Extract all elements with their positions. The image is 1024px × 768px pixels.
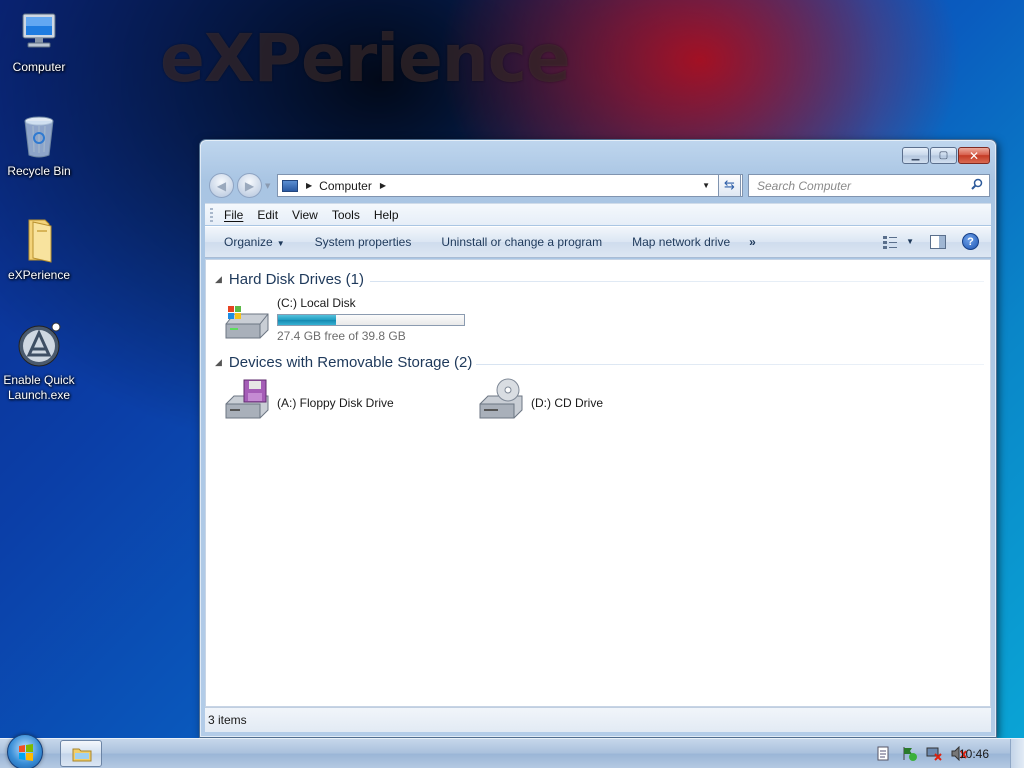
organize-button[interactable]: Organize ▼ xyxy=(224,235,285,249)
close-icon: ✕ xyxy=(968,148,980,163)
preview-pane-icon[interactable] xyxy=(930,234,946,249)
menu-view[interactable]: View xyxy=(292,208,318,222)
collapse-triangle-icon[interactable]: ◢ xyxy=(215,274,222,285)
recent-pages-dropdown[interactable]: ▼ xyxy=(265,182,270,190)
breadcrumb-arrow-icon[interactable]: ▶ xyxy=(380,181,386,190)
drive-item-floppy[interactable]: (A:) Floppy Disk Drive xyxy=(222,378,422,426)
group-header-removable-storage[interactable]: ◢ Devices with Removable Storage (2) xyxy=(215,354,472,371)
collapse-triangle-icon[interactable]: ◢ xyxy=(215,357,222,368)
drive-name: (D:) CD Drive xyxy=(531,396,603,410)
view-options-icon xyxy=(883,235,898,249)
menu-help[interactable]: Help xyxy=(374,208,399,222)
computer-icon xyxy=(15,8,63,56)
explorer-folder-icon xyxy=(72,748,92,762)
group-divider xyxy=(370,281,984,282)
menu-file[interactable]: File xyxy=(224,208,243,222)
menu-bar: File Edit View Tools Help xyxy=(205,203,991,225)
forward-arrow-icon: ▶ xyxy=(244,178,255,193)
change-view-button[interactable]: ▼ xyxy=(882,235,914,249)
refresh-icon: ⇆ xyxy=(724,178,735,193)
desktop-watermark: eXPerience xyxy=(160,20,571,97)
more-commands-button[interactable]: » xyxy=(749,235,756,249)
forward-button[interactable]: ▶ xyxy=(237,173,262,198)
disk-usage-bar xyxy=(277,314,465,326)
desktop-icon-recycle-bin[interactable]: Recycle Bin xyxy=(0,112,78,179)
taskbar-explorer-button[interactable] xyxy=(60,740,102,767)
address-history-dropdown[interactable]: ▼ xyxy=(702,181,710,190)
navigation-row: ◀ ▶ ▼ ▶ Computer ▶ ▼ ⇆ Search Computer xyxy=(207,172,990,198)
drive-item-local-disk[interactable]: (C:) Local Disk 27.4 GB free of 39.8 GB xyxy=(222,296,482,346)
back-arrow-icon: ◀ xyxy=(216,178,227,193)
explorer-window: ▁ ▢ ✕ ◀ ▶ ▼ ▶ Computer ▶ ▼ ⇆ Search Comp… xyxy=(199,139,997,738)
cd-drive-icon xyxy=(479,378,523,419)
network-disconnected-icon[interactable] xyxy=(926,746,942,761)
show-desktop-button[interactable] xyxy=(1010,739,1024,768)
organize-label: Organize xyxy=(224,235,273,249)
drive-name: (A:) Floppy Disk Drive xyxy=(277,396,394,410)
search-placeholder: Search Computer xyxy=(757,179,852,193)
close-button[interactable]: ✕ xyxy=(958,147,990,164)
content-pane: ◢ Hard Disk Drives (1) (C:) Local Disk 2… xyxy=(205,259,991,707)
maximize-icon: ▢ xyxy=(938,150,949,161)
drive-free-space: 27.4 GB free of 39.8 GB xyxy=(277,329,406,343)
help-icon[interactable]: ? xyxy=(962,233,979,250)
windows-logo-icon xyxy=(19,744,33,761)
action-center-flag-icon[interactable] xyxy=(901,746,917,761)
command-bar-right: ▼ ? xyxy=(882,233,979,250)
command-bar: Organize ▼ System properties Uninstall or… xyxy=(205,226,991,258)
map-network-drive-button[interactable]: Map network drive xyxy=(632,235,730,249)
breadcrumb-computer[interactable]: Computer xyxy=(319,179,372,193)
desktop-icon-label: Recycle Bin xyxy=(7,164,71,178)
quick-launch-icon xyxy=(15,321,63,369)
refresh-button[interactable]: ⇆ xyxy=(718,174,741,197)
group-divider xyxy=(476,364,984,365)
minimize-icon: ▁ xyxy=(911,150,920,161)
minimize-button[interactable]: ▁ xyxy=(902,147,929,164)
start-button[interactable] xyxy=(7,734,43,768)
disk-usage-fill xyxy=(278,315,336,325)
menu-tools[interactable]: Tools xyxy=(332,208,360,222)
maximize-button[interactable]: ▢ xyxy=(930,147,957,164)
uninstall-program-button[interactable]: Uninstall or change a program xyxy=(441,235,602,249)
system-tray xyxy=(838,739,1024,768)
search-icon[interactable] xyxy=(971,178,983,190)
back-button[interactable]: ◀ xyxy=(209,173,234,198)
menu-grip xyxy=(210,208,213,222)
caption-buttons: ▁ ▢ ✕ xyxy=(902,147,990,164)
floppy-drive-icon xyxy=(225,379,269,419)
drive-item-cd[interactable]: (D:) CD Drive xyxy=(476,378,676,426)
breadcrumb-arrow-icon[interactable]: ▶ xyxy=(306,181,312,190)
desktop-icon-experience-folder[interactable]: eXPerience xyxy=(0,216,78,283)
search-input[interactable]: Search Computer xyxy=(748,174,990,197)
address-bar[interactable]: ▶ Computer ▶ ▼ xyxy=(277,174,743,197)
chevron-down-icon: ▼ xyxy=(276,239,285,248)
desktop-icon-label: Enable Quick Launch.exe xyxy=(3,373,75,402)
system-properties-button[interactable]: System properties xyxy=(315,235,412,249)
group-header-hard-disk-drives[interactable]: ◢ Hard Disk Drives (1) xyxy=(215,271,364,288)
drive-name: (C:) Local Disk xyxy=(277,296,356,310)
desktop-icon-computer[interactable]: Computer xyxy=(0,8,78,75)
status-bar: 3 items xyxy=(205,707,991,732)
menu-edit[interactable]: Edit xyxy=(257,208,278,222)
desktop-icon-label: eXPerience xyxy=(7,268,71,282)
desktop-icon-label: Computer xyxy=(12,60,66,74)
group-title: Hard Disk Drives (1) xyxy=(228,271,364,288)
desktop-icon-quick-launch[interactable]: Enable Quick Launch.exe xyxy=(0,321,78,403)
recycle-bin-icon xyxy=(15,112,63,160)
computer-small-icon xyxy=(282,179,298,192)
taskbar-clock[interactable]: 10:46 xyxy=(959,747,989,761)
notes-icon[interactable] xyxy=(876,746,891,761)
chevron-down-icon: ▼ xyxy=(906,237,914,246)
item-count: 3 items xyxy=(208,713,247,727)
group-title: Devices with Removable Storage (2) xyxy=(228,354,473,371)
hard-disk-icon xyxy=(225,306,269,339)
folder-icon xyxy=(15,216,63,264)
